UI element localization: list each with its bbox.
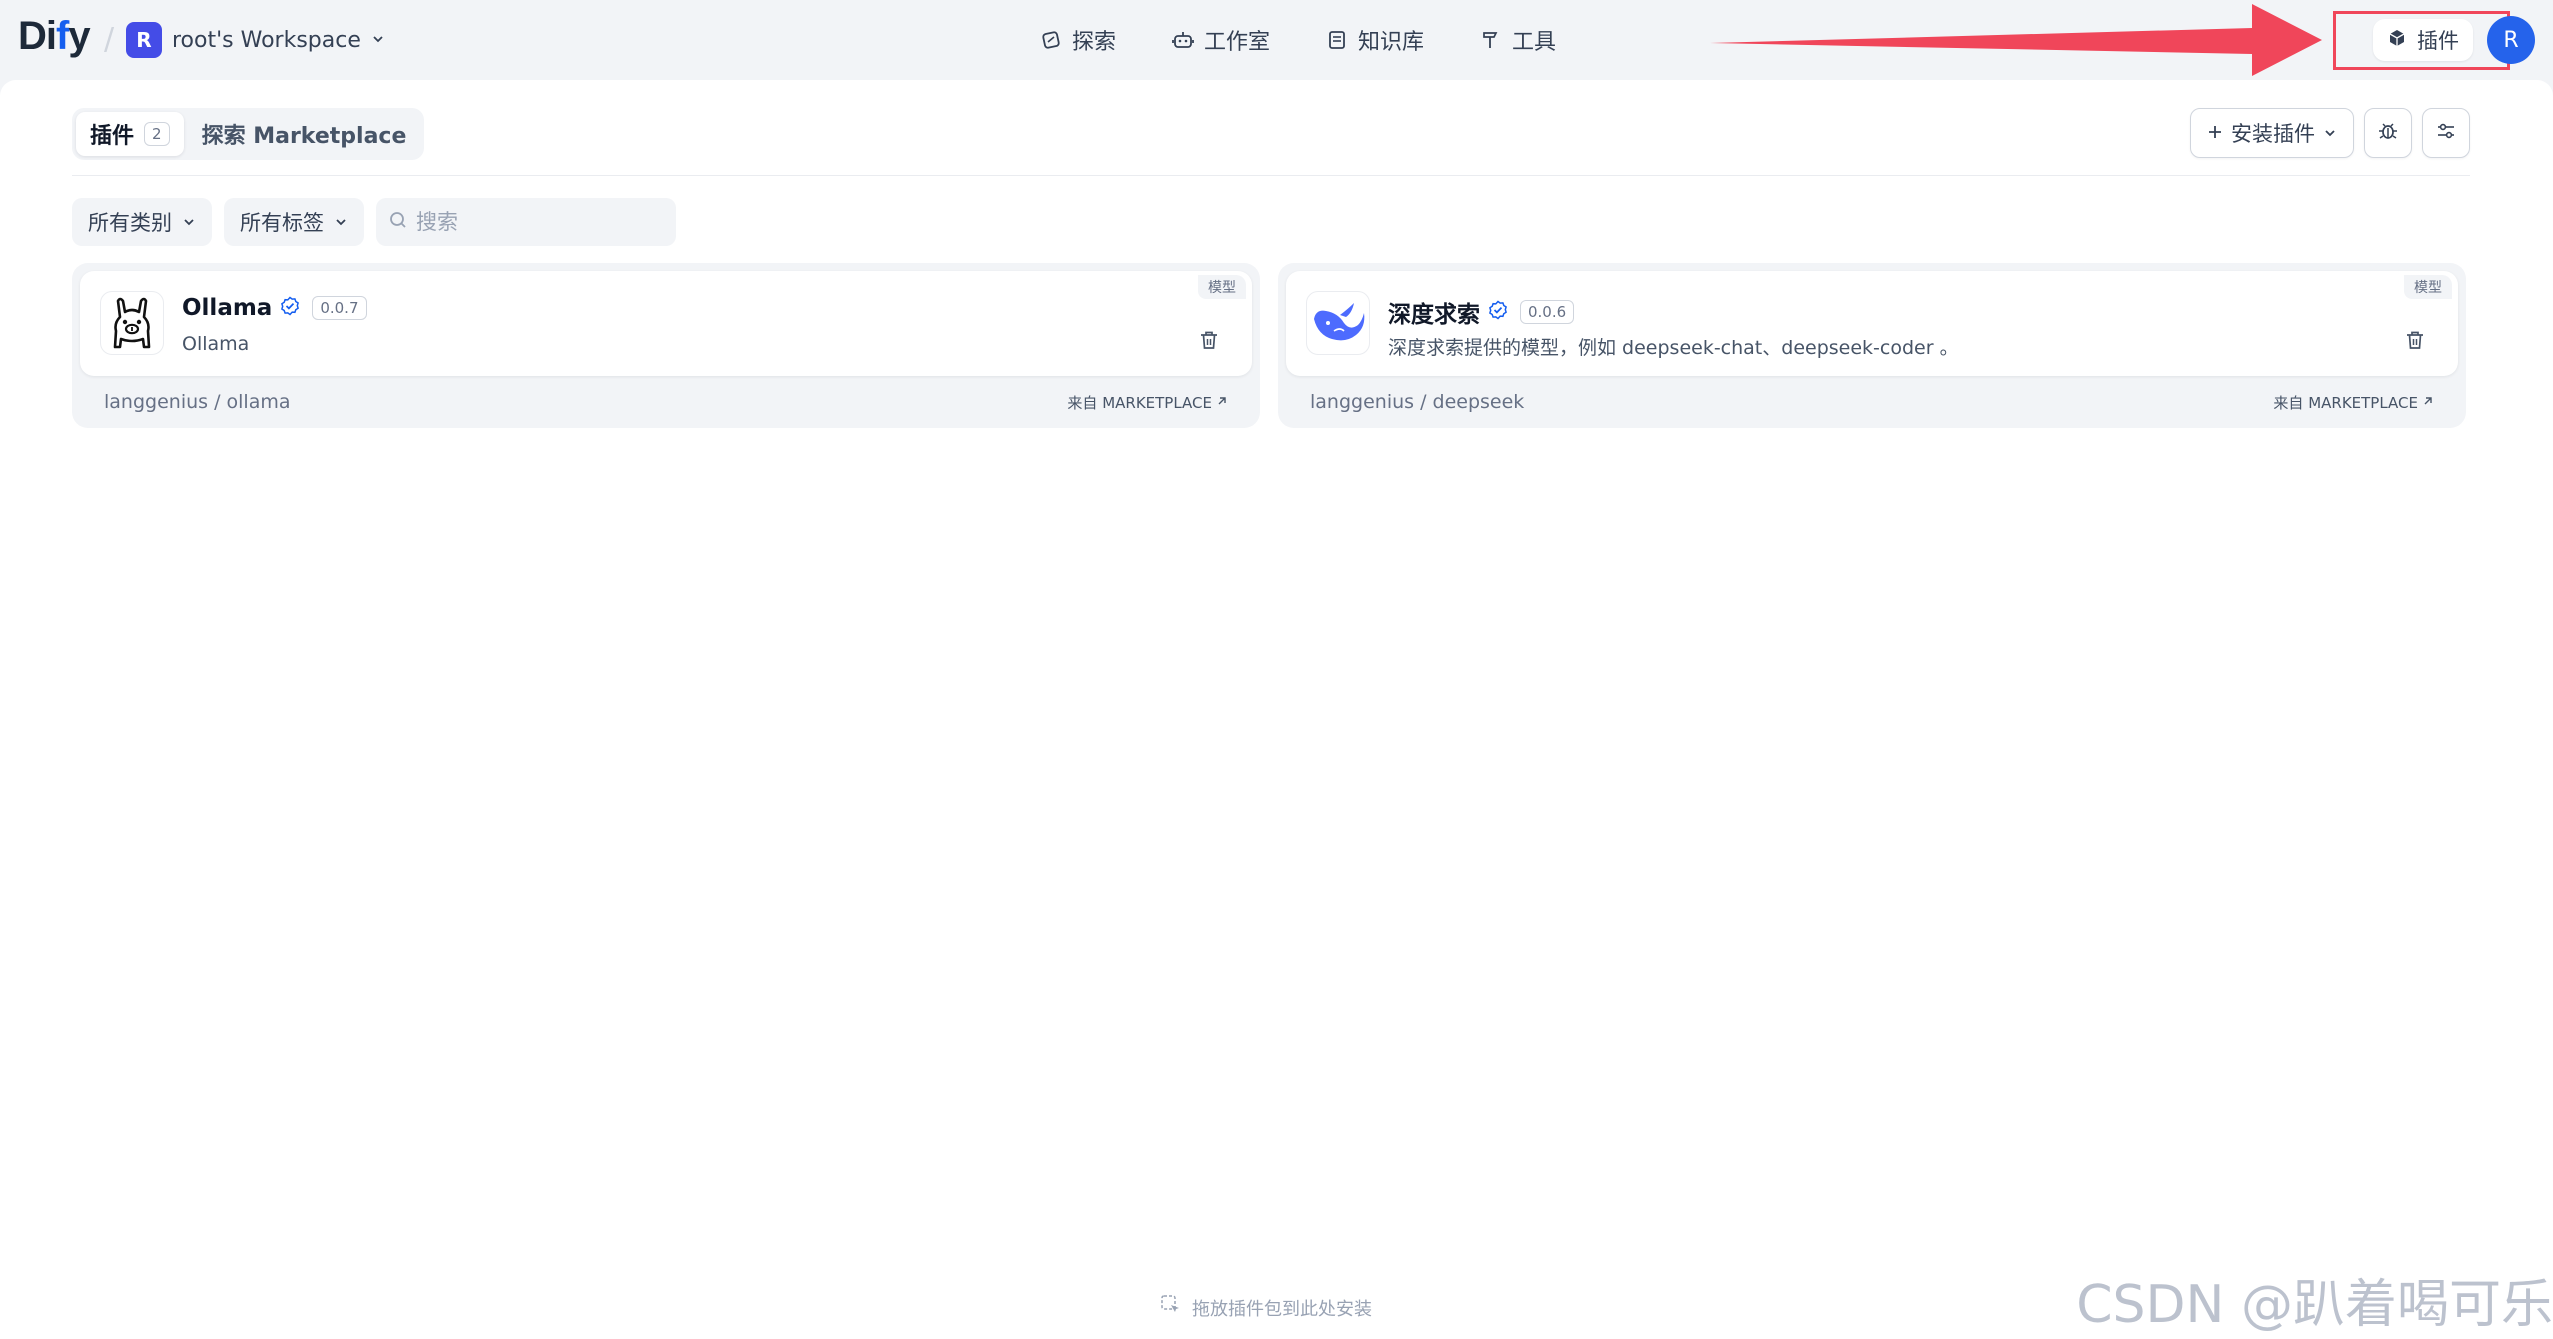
plugin-card[interactable]: 模型 深度求索 0.0.6 深度求索提供的模型，例如 deepseek-chat… [1278, 263, 2466, 428]
plugin-card[interactable]: 模型 Ollama 0.0.7 Ollama langgenius / olla… [72, 263, 1260, 428]
plugin-card-footer: langgenius / ollama 来自 MARKETPLACE [104, 391, 1228, 413]
marketplace-link[interactable]: 来自 MARKETPLACE [2273, 392, 2434, 413]
drag-drop-icon [1160, 1294, 1182, 1321]
top-navigation-bar: Dify / R root's Workspace 探索 工作室 知识库 工具 … [0, 0, 2553, 80]
plugin-name: 深度求索 [1388, 302, 1480, 328]
chevron-down-icon [334, 210, 348, 234]
plugins-page: 插件 2 探索 Marketplace 安装插件 所有类别 所有标签 搜索 模型… [0, 80, 2553, 1339]
workspace-name: root's Workspace [172, 27, 361, 53]
nav-tools[interactable]: 工具 [1470, 18, 1566, 62]
install-plugin-button[interactable]: 安装插件 [2190, 108, 2354, 158]
plugin-org: langgenius / ollama [104, 391, 291, 413]
external-link-icon [2422, 393, 2434, 411]
plugin-count-badge: 2 [144, 122, 170, 146]
plus-icon [2207, 121, 2223, 145]
search-input[interactable] [416, 210, 666, 234]
plugins-button[interactable]: 插件 [2373, 19, 2473, 61]
plugin-card-body: 模型 深度求索 0.0.6 深度求索提供的模型，例如 deepseek-chat… [1286, 271, 2458, 376]
cube-icon [2387, 28, 2407, 53]
dify-logo[interactable]: Dify [18, 14, 91, 59]
robot-icon [1172, 29, 1194, 51]
plugin-description: Ollama [182, 333, 250, 355]
tab-marketplace[interactable]: 探索 Marketplace [188, 112, 421, 156]
nav-knowledge[interactable]: 知识库 [1316, 18, 1434, 62]
version-badge: 0.0.6 [1520, 300, 1575, 324]
search-box[interactable] [376, 198, 676, 246]
main-nav: 探索 工作室 知识库 工具 [1030, 18, 1566, 62]
toolbar-actions: 安装插件 [2190, 108, 2470, 158]
book-icon [1326, 29, 1348, 51]
plugin-description: 深度求索提供的模型，例如 deepseek-chat、deepseek-code… [1388, 337, 1959, 359]
delete-plugin-button[interactable] [2404, 329, 2428, 353]
nav-explore[interactable]: 探索 [1030, 18, 1126, 62]
plugin-card-footer: langgenius / deepseek 来自 MARKETPLACE [1310, 391, 2434, 413]
tag-filter[interactable]: 所有标签 [224, 198, 364, 246]
explore-icon [1040, 29, 1062, 51]
tab-plugins[interactable]: 插件 2 [76, 112, 184, 156]
verified-badge-icon [1488, 300, 1508, 324]
bug-icon [2377, 120, 2399, 147]
verified-badge-icon [280, 296, 300, 320]
ollama-logo-icon [100, 291, 164, 355]
header-divider [72, 175, 2470, 176]
chevron-down-icon [2323, 121, 2337, 145]
external-link-icon [1216, 393, 1228, 411]
plugin-name: Ollama [182, 295, 273, 321]
workspace-avatar: R [126, 22, 162, 58]
workspace-selector[interactable]: R root's Workspace [126, 20, 385, 60]
plugin-title-row: Ollama 0.0.7 [182, 295, 367, 321]
chevron-down-icon [182, 210, 196, 234]
settings-button[interactable] [2422, 108, 2470, 158]
hammer-icon [1480, 29, 1502, 51]
category-tag: 模型 [1198, 275, 1246, 299]
csdn-watermark: CSDN @趴着喝可乐 [2076, 1275, 2553, 1335]
search-icon [388, 210, 408, 234]
plugin-card-body: 模型 Ollama 0.0.7 Ollama [80, 271, 1252, 376]
annotation-arrow [1710, 4, 2322, 76]
deepseek-whale-icon [1306, 291, 1370, 355]
drop-install-hint: 拖放插件包到此处安装 [1160, 1294, 1372, 1321]
category-tag: 模型 [2404, 275, 2452, 299]
chevron-down-icon [371, 31, 385, 50]
nav-studio[interactable]: 工作室 [1162, 18, 1280, 62]
plugin-list: 模型 Ollama 0.0.7 Ollama langgenius / olla… [72, 263, 2466, 428]
filter-bar: 所有类别 所有标签 [72, 198, 676, 246]
trash-icon [1198, 331, 1220, 355]
breadcrumb-separator: / [104, 22, 115, 57]
category-filter[interactable]: 所有类别 [72, 198, 212, 246]
trash-icon [2404, 331, 2426, 355]
plugin-tabs: 插件 2 探索 Marketplace [72, 108, 425, 160]
marketplace-link[interactable]: 来自 MARKETPLACE [1067, 392, 1228, 413]
plugin-org: langgenius / deepseek [1310, 391, 1525, 413]
delete-plugin-button[interactable] [1198, 329, 1222, 353]
version-badge: 0.0.7 [312, 296, 367, 320]
debug-button[interactable] [2364, 108, 2412, 158]
plugin-title-row: 深度求索 0.0.6 [1388, 295, 1575, 329]
sliders-icon [2435, 120, 2457, 147]
user-avatar[interactable]: R [2487, 16, 2535, 64]
